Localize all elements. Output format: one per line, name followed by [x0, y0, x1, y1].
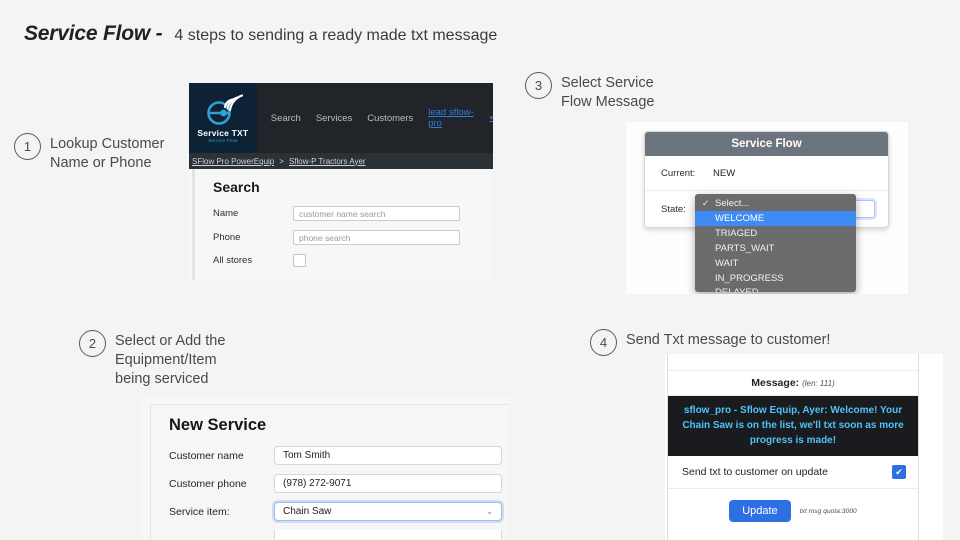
state-option-wait[interactable]: WAIT — [695, 256, 856, 271]
state-option-triaged[interactable]: TRIAGED — [695, 226, 856, 241]
page-title-main: Service Flow - — [24, 22, 163, 45]
search-heading: Search — [213, 179, 260, 195]
state-option-select[interactable]: Select... — [695, 196, 856, 211]
message-length: (len: 111) — [802, 379, 835, 388]
breadcrumb-item-store[interactable]: Sflow-P Tractors Ayer — [289, 157, 366, 166]
nav-user-label: lead sflow-pro — [428, 107, 474, 129]
app-navbar: Service TXT Service Flow Search Services… — [189, 83, 493, 153]
txt-msg-quota: txt msg quota:3000 — [799, 507, 857, 515]
nav-link-customers[interactable]: Customers — [367, 113, 413, 124]
new-service-form: New Service Customer name Tom Smith Cust… — [150, 404, 509, 540]
service-txt-logo-icon — [203, 93, 243, 127]
update-button[interactable]: Update — [729, 500, 791, 522]
state-option-in-progress[interactable]: IN_PROGRESS — [695, 271, 856, 286]
step-2-label: Select or Add the Equipment/Item being s… — [115, 333, 226, 387]
customer-phone-row: Customer phone (978) 272-9071 — [169, 474, 509, 493]
state-option-delayed[interactable]: DELAYED — [695, 286, 856, 292]
step-4-number: 4 — [590, 329, 617, 356]
page-title-subtitle: 4 steps to sending a ready made txt mess… — [174, 27, 498, 44]
app-logo: Service TXT Service Flow — [189, 83, 257, 153]
message-header: Message: (len: 111) — [668, 371, 918, 396]
nav-user-menu[interactable]: lead sflow-pro ▾ — [428, 107, 493, 129]
screenshot-step-2-new-service: New Service Customer name Tom Smith Cust… — [141, 396, 509, 540]
nav-link-search[interactable]: Search — [271, 113, 301, 124]
step-1: 1 Lookup Customer Name or Phone — [14, 133, 164, 173]
customer-name-label: Customer name — [169, 449, 244, 462]
breadcrumb-item-org[interactable]: SFlow Pro PowerEquip — [192, 157, 274, 166]
screenshot-step-3-service-flow: Service Flow Current: NEW State: Select.… — [626, 122, 908, 294]
send-txt-checkbox[interactable]: ✔ — [892, 465, 906, 479]
next-field-input[interactable] — [274, 530, 502, 539]
search-phone-label: Phone — [213, 232, 241, 243]
step-4: 4 Send Txt message to customer! — [590, 329, 830, 356]
message-preview-text: sflow_pro - Sflow Equip, Ayer: Welcome! … — [668, 396, 918, 456]
next-field-row-partial — [169, 530, 509, 539]
search-allstores-label: All stores — [213, 255, 253, 266]
chevron-down-icon: ▾ — [489, 114, 493, 122]
screenshot-step-1-search: Service TXT Service Flow Search Services… — [189, 83, 493, 280]
chevron-down-icon: ⌄ — [486, 507, 493, 516]
screenshot-step-4-send-txt: Message: (len: 111) sflow_pro - Sflow Eq… — [665, 354, 943, 540]
service-flow-card-title: Service Flow — [645, 132, 888, 156]
step-2: 2 Select or Add the Equipment/Item being… — [79, 330, 225, 389]
step-4-label: Send Txt message to customer! — [626, 332, 831, 348]
breadcrumb: SFlow Pro PowerEquip > Sflow-P Tractors … — [189, 153, 493, 169]
nav-link-services[interactable]: Services — [316, 113, 352, 124]
customer-name-row: Customer name Tom Smith — [169, 446, 509, 465]
state-option-welcome[interactable]: WELCOME — [695, 211, 856, 226]
search-name-input[interactable]: customer name search — [293, 206, 460, 221]
card-top-spacer — [668, 354, 918, 371]
step-3: 3 Select Service Flow Message — [525, 72, 654, 112]
logo-title: Service TXT — [197, 127, 249, 138]
customer-phone-label: Customer phone — [169, 477, 247, 490]
send-txt-label: Send txt to customer on update — [682, 466, 828, 478]
step-3-number: 3 — [525, 72, 552, 99]
step-2-number: 2 — [79, 330, 106, 357]
search-phone-input[interactable]: phone search — [293, 230, 460, 245]
logo-subtitle: Service Flow — [208, 137, 238, 143]
service-item-select[interactable]: Chain Saw ⌄ — [274, 502, 502, 521]
customer-name-input[interactable]: Tom Smith — [274, 446, 502, 465]
search-name-label: Name — [213, 208, 239, 219]
step-1-number: 1 — [14, 133, 41, 160]
message-card: Message: (len: 111) sflow_pro - Sflow Eq… — [667, 354, 919, 540]
service-item-value: Chain Saw — [283, 506, 332, 517]
new-service-heading: New Service — [169, 416, 267, 434]
current-label: Current: — [661, 167, 696, 179]
search-form: Search Name customer name search Phone p… — [192, 169, 493, 280]
state-option-parts-wait[interactable]: PARTS_WAIT — [695, 241, 856, 256]
page-title: Service Flow - 4 steps to sending a read… — [24, 22, 497, 46]
search-name-row: Name customer name search — [213, 206, 493, 221]
message-label: Message: — [751, 377, 800, 389]
search-allstores-row: All stores — [213, 254, 493, 267]
send-txt-row: Send txt to customer on update ✔ — [668, 456, 918, 489]
step-3-label: Select Service Flow Message — [561, 75, 655, 110]
action-row: Update txt msg quota:3000 — [668, 489, 918, 534]
navbar-links: Search Services Customers lead sflow-pro… — [271, 107, 493, 129]
service-flow-current-row: Current: NEW — [645, 156, 888, 191]
breadcrumb-separator: > — [279, 156, 284, 166]
current-value: NEW — [713, 167, 736, 179]
search-allstores-checkbox[interactable] — [293, 254, 306, 267]
state-dropdown-options[interactable]: Select... WELCOME TRIAGED PARTS_WAIT WAI… — [695, 194, 856, 292]
customer-phone-input[interactable]: (978) 272-9071 — [274, 474, 502, 493]
search-phone-row: Phone phone search — [213, 230, 493, 245]
service-item-label: Service item: — [169, 505, 230, 518]
service-item-row: Service item: Chain Saw ⌄ — [169, 502, 509, 521]
step-1-label: Lookup Customer Name or Phone — [50, 136, 165, 171]
